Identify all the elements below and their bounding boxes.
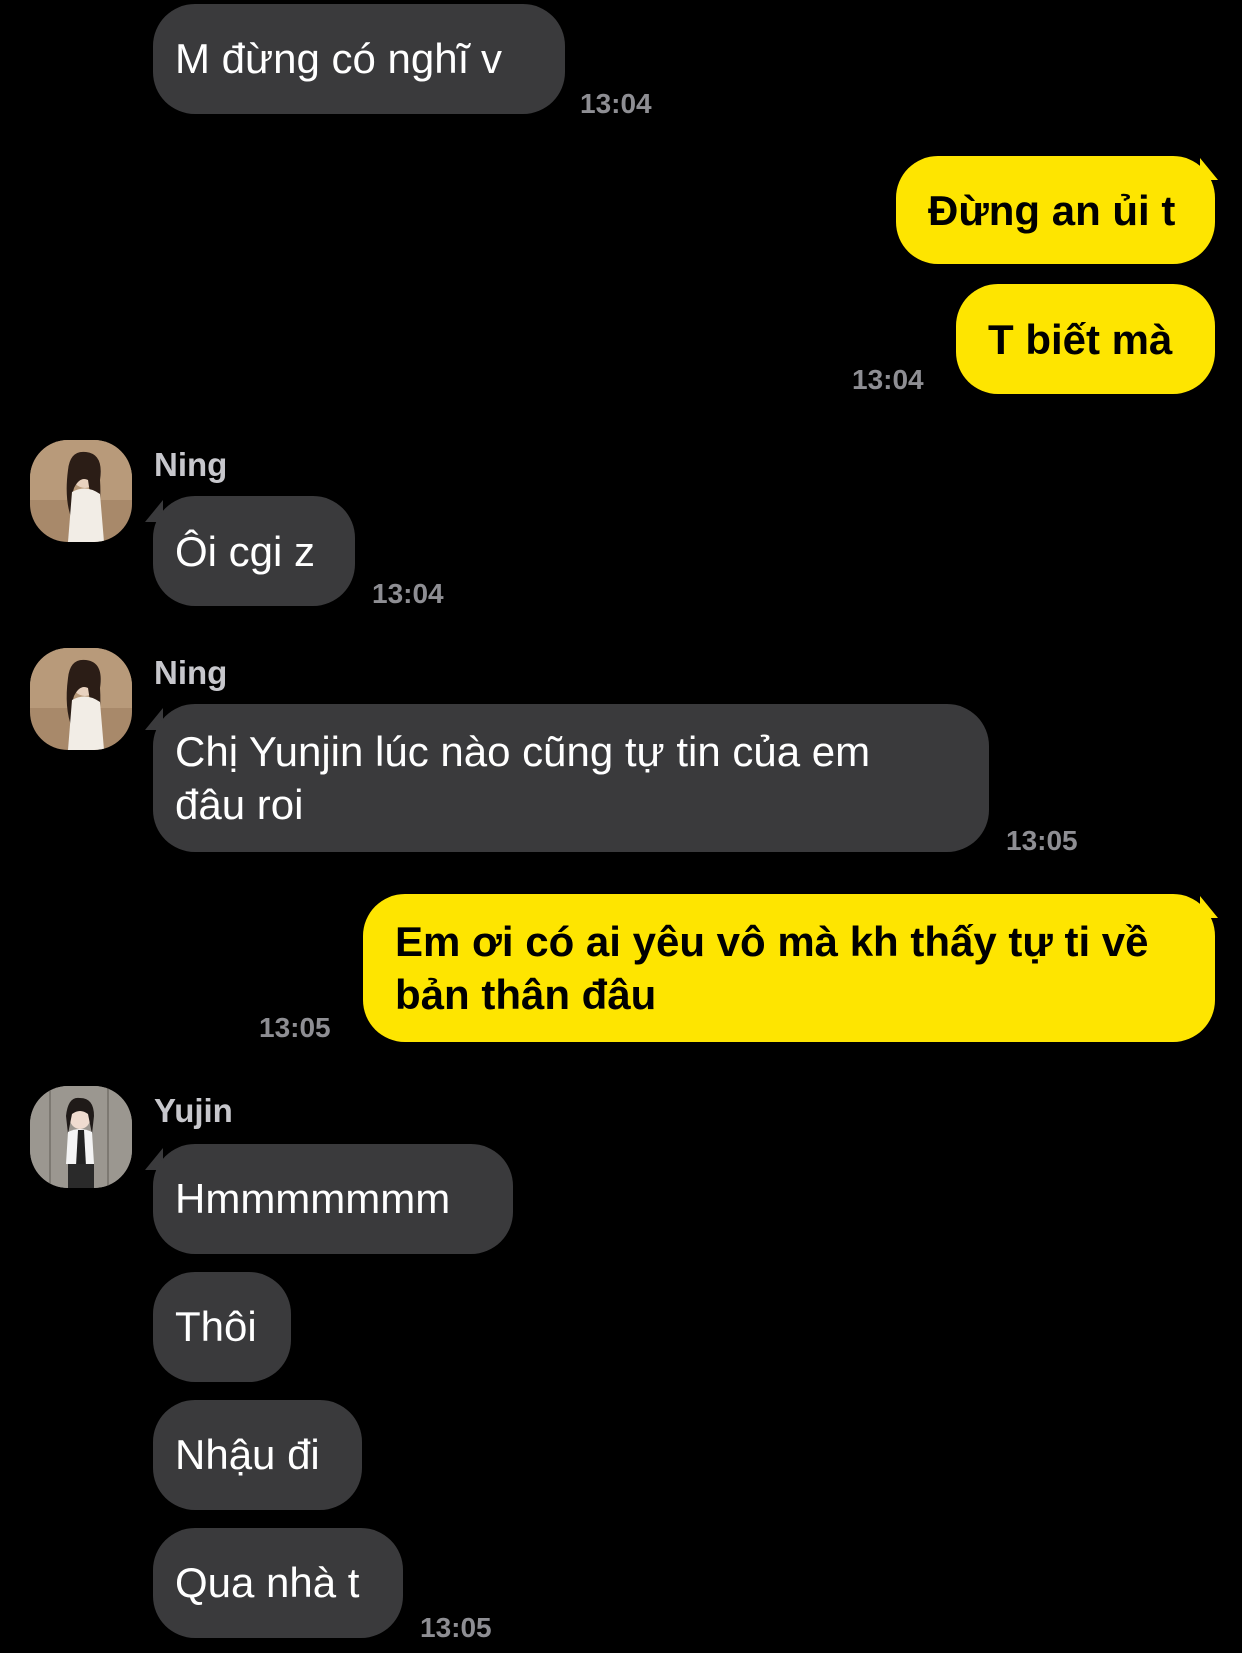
message-bubble-outgoing[interactable]: Đừng an ủi t [896,156,1215,264]
message-timestamp: 13:04 [372,578,444,609]
message-bubble-outgoing[interactable]: Em ơi có ai yêu vô mà kh thấy tự ti về b… [363,894,1215,1042]
avatar-yujin[interactable] [30,1086,132,1188]
message-timestamp: 13:05 [420,1612,492,1643]
message-bubble-incoming[interactable]: Ôi cgi z [153,496,355,606]
message-text-line: Em ơi có ai yêu vô mà kh thấy tự ti về [395,918,1149,965]
sender-name: Yujin [154,1092,233,1129]
message-text: Đừng an ủi t [928,187,1176,234]
avatar-ning[interactable] [30,648,132,750]
sender-name: Ning [154,654,228,691]
message-text: Hmmmmmmm [175,1175,451,1222]
message-text: M đừng có nghĩ v [175,35,502,82]
message-bubble-outgoing[interactable]: T biết mà [956,284,1215,394]
message-text-line: đâu roi [175,781,304,828]
message-timestamp: 13:04 [852,364,924,395]
message-timestamp: 13:04 [580,88,652,119]
avatar-ning[interactable] [30,440,132,542]
person-photo-icon [30,440,132,542]
person-photo-icon [30,648,132,750]
message-text: T biết mà [988,316,1173,363]
message-timestamp: 13:05 [1006,825,1078,856]
message-bubble-incoming[interactable]: Thôi [153,1272,291,1382]
person-photo-icon [30,1086,132,1188]
message-timestamp: 13:05 [259,1012,331,1043]
bubble-tail [1200,158,1218,180]
message-bubble-incoming[interactable]: Nhậu đi [153,1400,362,1510]
message-bubble-incoming[interactable]: M đừng có nghĩ v [153,4,565,114]
message-text-line: Chị Yunjin lúc nào cũng tự tin của em [175,728,871,775]
message-text-line: bản thân đâu [395,971,657,1018]
message-text: Ôi cgi z [175,528,316,575]
message-text: Qua nhà t [175,1559,360,1606]
message-text: Nhậu đi [175,1431,320,1478]
message-text: Thôi [175,1303,257,1350]
sender-name: Ning [154,446,228,483]
message-bubble-incoming[interactable]: Hmmmmmmm [153,1144,513,1254]
message-bubble-incoming[interactable]: Qua nhà t [153,1528,403,1638]
message-bubble-incoming[interactable]: Chị Yunjin lúc nào cũng tự tin của em đâ… [153,704,989,852]
bubble-tail [1200,896,1218,918]
